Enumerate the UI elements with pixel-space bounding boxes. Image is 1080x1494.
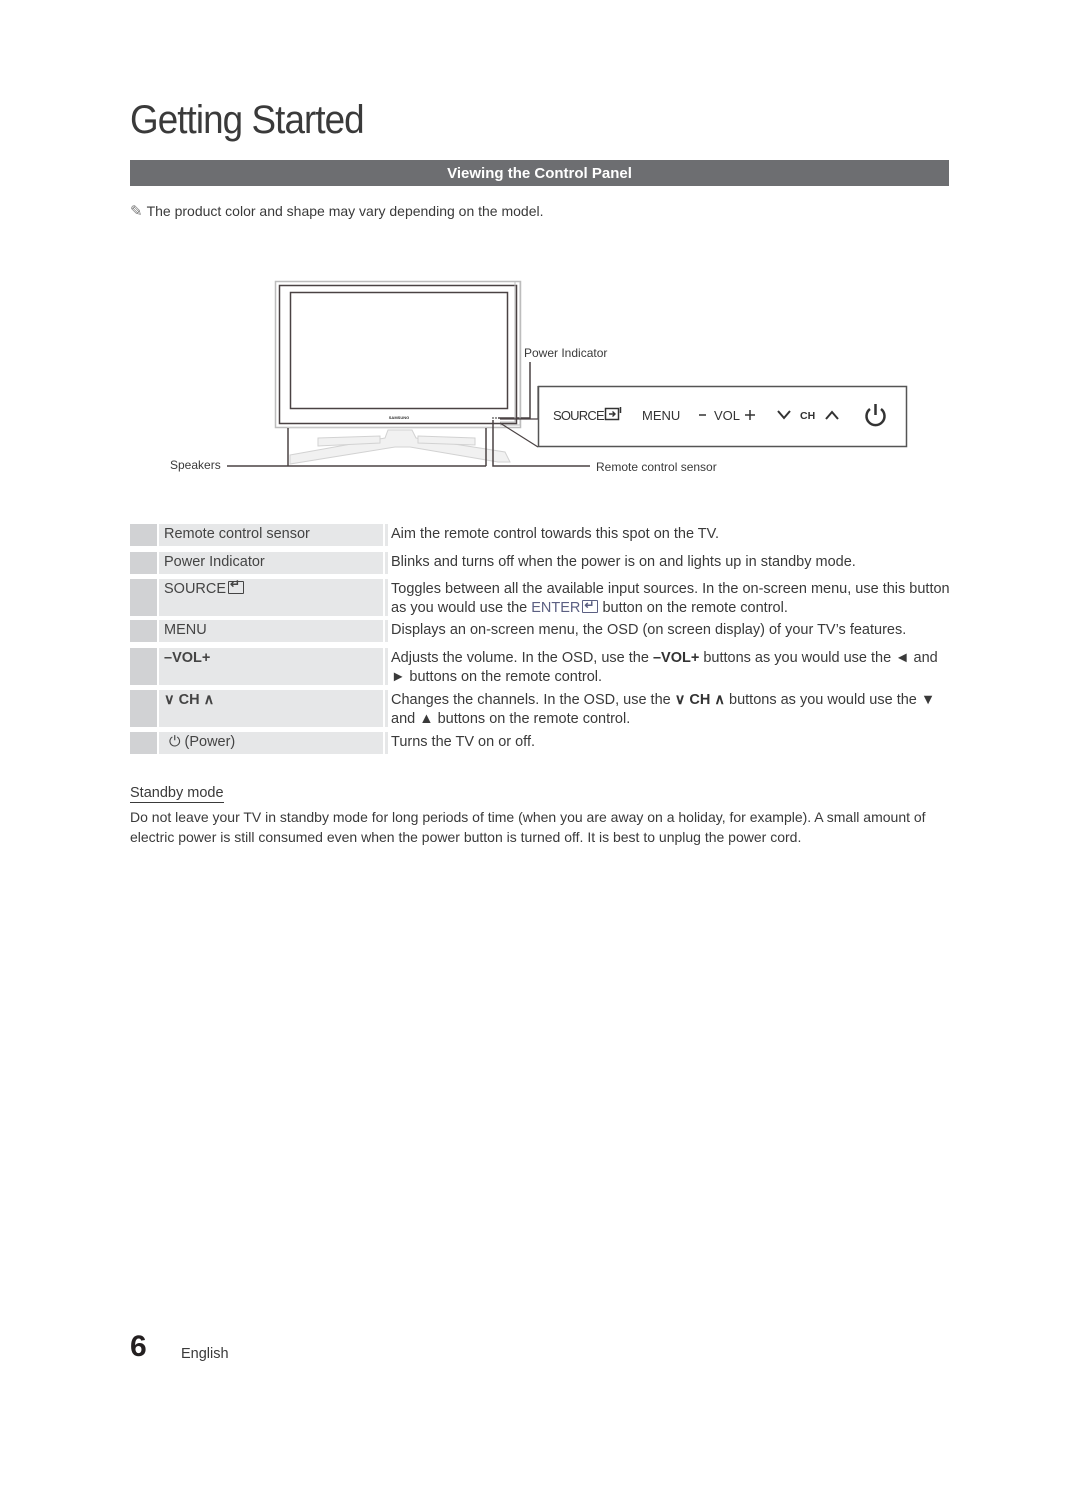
row-desc: Aim the remote control towards this spot… — [385, 524, 950, 546]
panel-menu-label: MENU — [642, 408, 680, 423]
row-desc: Displays an on-screen menu, the OSD (on … — [385, 620, 950, 642]
remote-sensor-label: Remote control sensor — [596, 460, 717, 474]
enter-icon — [582, 596, 599, 614]
row-desc: Turns the TV on or off. — [385, 732, 950, 754]
panel-ch-label: CH — [800, 410, 815, 422]
standby-body: Do not leave your TV in standby mode for… — [130, 809, 926, 845]
vol-keyword: –VOL+ — [652, 650, 700, 666]
row-name: MENU — [159, 620, 383, 642]
row-name: Remote control sensor — [159, 524, 383, 546]
tv-screen — [289, 291, 509, 410]
row-desc: Blinks and turns off when the power is o… — [385, 552, 950, 574]
row-name: ∨ CH ∧ — [159, 690, 383, 727]
row-name: Power Indicator — [159, 552, 383, 574]
panel-vol-label: VOL — [714, 408, 740, 423]
chevron-down-icon: ∨ — [164, 692, 179, 708]
speakers-label: Speakers — [170, 458, 221, 472]
standby-heading: Standby mode — [130, 785, 224, 803]
row-name: ⏻ (Power) — [159, 732, 383, 754]
chevron-up-icon: ∧ — [710, 692, 725, 708]
page-language: English — [181, 1346, 229, 1362]
row-desc: Toggles between all the available input … — [385, 579, 950, 616]
power-icon: ⏻ — [169, 734, 185, 750]
row-desc: Adjusts the volume. In the OSD, use the … — [385, 648, 950, 685]
row-name: SOURCE — [159, 577, 383, 616]
brand-logo: SAMSUNG — [389, 415, 409, 420]
row-name: –VOL+ — [159, 648, 383, 685]
chevron-up-icon: ∧ — [199, 692, 215, 708]
chevron-down-icon: ∨ — [674, 692, 690, 708]
enter-keyword: ENTER — [531, 599, 581, 616]
ch-keyword: CH — [689, 692, 711, 708]
page-number: 6 — [130, 1330, 147, 1363]
enter-icon — [228, 577, 245, 594]
source-label: SOURCE — [164, 581, 227, 597]
row-desc: Changes the channels. In the OSD, use th… — [385, 690, 950, 727]
tv-diagram: SAMSUNG Speakers Remote control sensor P… — [170, 280, 908, 474]
power-indicator-label: Power Indicator — [524, 346, 607, 360]
panel-source-label: SOURCE — [553, 408, 605, 423]
